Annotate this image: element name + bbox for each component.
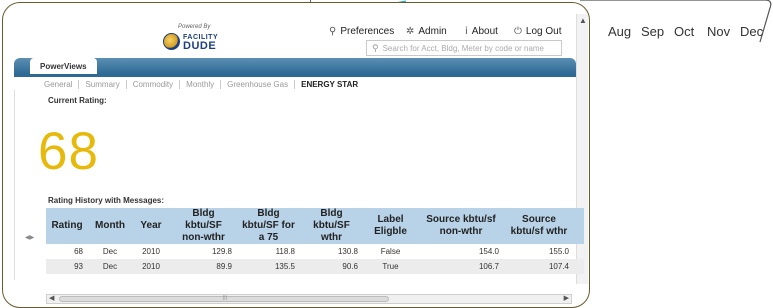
cell-bldg-wthr: 90.6 xyxy=(300,259,363,274)
column-header-bldg-for-75[interactable]: Bldg kbtu/SF for a 75 xyxy=(237,208,300,244)
month-label: Sep xyxy=(641,24,665,39)
search-input[interactable]: ⚲ Search for Acct, Bldg, Meter by code o… xyxy=(366,40,562,56)
column-header-year[interactable]: Year xyxy=(132,208,170,244)
subtab-general[interactable]: General xyxy=(44,79,80,89)
cell-rating: 68 xyxy=(74,247,83,256)
table-row[interactable]: 68 Dec 2010 129.8 118.8 130.8 False 154.… xyxy=(46,244,584,259)
preferences-link[interactable]: ⚲ Preferences xyxy=(329,24,394,38)
logout-label: Log Out xyxy=(525,25,562,37)
month-label: Oct xyxy=(674,24,695,39)
column-header-overflow xyxy=(574,208,584,244)
subtab-commodity[interactable]: Commodity xyxy=(127,79,181,89)
cell-bldg-for-75: 135.5 xyxy=(237,259,300,274)
cell-bldg-non-wthr: 89.9 xyxy=(170,259,237,274)
horizontal-scrollbar[interactable]: ◀ ||| ▶ xyxy=(46,294,572,304)
cell-overflow xyxy=(574,244,584,259)
subtab-monthly[interactable]: Monthly xyxy=(180,79,222,89)
tab-powerviews[interactable]: PowerViews xyxy=(30,58,97,74)
about-link[interactable]: ⅰ About xyxy=(465,24,498,38)
cell-source-non-wthr: 106.7 xyxy=(418,259,504,274)
info-icon: ⅰ xyxy=(465,25,468,37)
power-icon: ⏻ xyxy=(514,25,522,37)
current-rating-value: 68 xyxy=(38,122,99,181)
background-month-axis: ul Aug Sep Oct Nov Dec xyxy=(575,24,773,44)
gear-icon: ✲ xyxy=(406,25,415,37)
cell-label-eligible: False xyxy=(380,247,401,256)
cell-source-non-wthr: 154.0 xyxy=(478,247,499,256)
logo-wordmark: FACILITY DUDE xyxy=(183,34,218,52)
cell-overflow xyxy=(574,259,584,274)
cell-month: Dec xyxy=(88,259,132,274)
tab-underline xyxy=(14,74,576,77)
cell-label-eligible: True xyxy=(363,259,418,274)
table-row[interactable]: 93 Dec 2010 89.9 135.5 90.6 True 106.7 1… xyxy=(46,259,584,274)
logout-link[interactable]: ⏻ Log Out xyxy=(514,24,562,38)
scroll-up-arrow-icon[interactable]: ▲ xyxy=(579,16,587,25)
cell-month: Dec xyxy=(102,247,118,256)
wrench-icon: ⚲ xyxy=(329,25,337,37)
column-header-bldg-wthr[interactable]: Bldg kbtu/SF wthr xyxy=(300,208,363,244)
admin-label: Admin xyxy=(418,25,447,37)
subtab-summary[interactable]: Summary xyxy=(79,79,127,89)
admin-link[interactable]: ✲ Admin xyxy=(406,24,447,38)
cell-bldg-wthr: 130.8 xyxy=(337,247,358,256)
month-label: Dec xyxy=(740,24,764,39)
column-header-label-eligible[interactable]: Label Eligble xyxy=(363,208,418,244)
main-tab-bar xyxy=(14,58,576,74)
scroll-left-arrow-icon[interactable]: ◀ xyxy=(49,294,54,302)
subtab-energy-star[interactable]: ENERGY STAR xyxy=(295,80,364,89)
column-header-source-wthr[interactable]: Source kbtu/sf wthr xyxy=(504,208,574,244)
cell-source-wthr: 155.0 xyxy=(548,247,569,256)
cell-year: 2010 xyxy=(132,259,170,274)
subtab-navigation: General Summary Commodity Monthly Greenh… xyxy=(44,79,364,89)
rating-history-table: Rating Month Year Bldg kbtu/SF non-wthr … xyxy=(46,208,584,274)
subtab-greenhouse-gas[interactable]: Greenhouse Gas xyxy=(221,79,296,89)
column-header-bldg-non-wthr[interactable]: Bldg kbtu/SF non-wthr xyxy=(170,208,237,244)
scroll-right-arrow-icon[interactable]: ▶ xyxy=(564,294,569,302)
month-label: Aug xyxy=(608,24,632,39)
current-rating-label: Current Rating: xyxy=(48,96,107,105)
cell-year: 2010 xyxy=(142,247,160,256)
cell-bldg-non-wthr: 129.8 xyxy=(211,247,232,256)
table-header-row: Rating Month Year Bldg kbtu/SF non-wthr … xyxy=(46,208,584,244)
column-header-month[interactable]: Month xyxy=(88,208,132,244)
cell-bldg-for-75: 118.8 xyxy=(275,247,295,256)
about-label: About xyxy=(471,25,498,37)
search-placeholder: Search for Acct, Bldg, Meter by code or … xyxy=(382,43,545,53)
month-label: Nov xyxy=(707,24,731,39)
facility-dude-logo[interactable]: FACILITY DUDE xyxy=(163,33,218,52)
rating-history-label: Rating History with Messages: xyxy=(48,196,165,205)
cell-rating: 93 xyxy=(46,259,88,274)
preferences-label: Preferences xyxy=(340,25,395,37)
column-header-rating[interactable]: Rating xyxy=(46,208,88,244)
column-header-source-non-wthr[interactable]: Source kbtu/sf non-wthr xyxy=(418,208,504,244)
search-icon: ⚲ xyxy=(372,42,379,53)
logo-emblem-icon xyxy=(163,33,180,50)
collapse-handle-icon[interactable]: ◀▶ xyxy=(25,234,35,248)
scrollbar-grip-icon: ||| xyxy=(223,295,227,301)
powered-by-label: Powered By xyxy=(178,24,211,30)
logo-line2: DUDE xyxy=(183,39,217,52)
cell-source-wthr: 107.4 xyxy=(504,259,574,274)
